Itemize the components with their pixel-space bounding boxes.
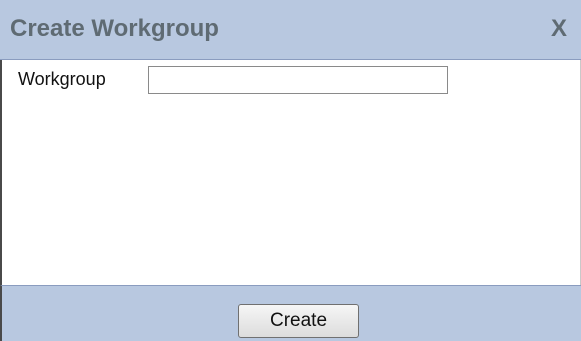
dialog-body: Workgroup [0, 60, 581, 285]
dialog-title: Create Workgroup [10, 15, 219, 42]
create-button[interactable]: Create [238, 304, 359, 338]
dialog-titlebar: Create Workgroup X [0, 0, 581, 60]
create-workgroup-dialog: Create Workgroup X Workgroup Create [0, 0, 581, 341]
close-button[interactable]: X [551, 13, 567, 45]
dialog-footer: Create [0, 285, 581, 341]
workgroup-label: Workgroup [18, 69, 106, 89]
workgroup-input[interactable] [148, 66, 448, 94]
